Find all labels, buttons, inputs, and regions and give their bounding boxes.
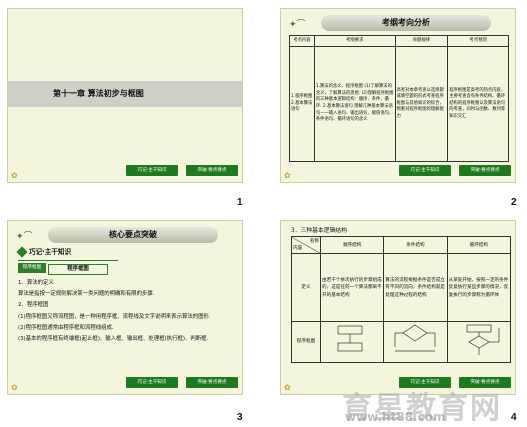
deco-icon: ✦⌒ [289,20,306,30]
star-icon: ✿ [11,171,18,180]
deco-icon: ✦⌒ [16,232,33,242]
table-cell: 1.算法的含义、程序框图 (1)了解算法的含义，了解算法的思想. (2)理解程序… [313,46,396,162]
slide-3-header: 核心要点突破 [48,227,218,243]
star-icon: ✿ [284,383,291,392]
section-subtitle: 巧记·主干知识 [16,246,118,261]
slide-2-buttons: 巧记·主干知识 突破·要点要点 [399,165,511,176]
content-line: 1．算法的定义 [18,280,54,286]
page-number-2: 2 [511,197,517,208]
table-cell: 高考对本章考查以选择题或填空题的形式考查程序框图与其他知识的综合，侧重对程序框图… [394,46,449,162]
slide-4-title: 3．三种基本逻辑结构 [291,228,347,234]
page-number-4: 4 [511,412,517,423]
table-cell: 由若干个依次执行的步骤组成的，这是任何一个算法都离不开的基本结构 [319,253,385,323]
table-header: 命题规律 [394,35,449,47]
button-key-points[interactable]: 突破·要点要点 [459,165,511,176]
star-icon: ✿ [11,383,18,392]
button-key-knowledge[interactable]: 巧记·主干知识 [126,165,178,176]
slide-1: 第十一章 算法初步与框图 巧记·主干知识 突破·要点要点 ✿ [7,8,243,183]
table-cell: 程序框图是高考的热点内容，主要考查含有条件结构、循环结构的程序框图以及算法语句的… [447,46,509,162]
table-cell: 算法的流程根据条件是否成立有不同的流向，条件结构就是处理这种过程的结构 [383,253,448,323]
corner-cell: 名称 内容 [291,235,321,255]
flowchart-sequence [319,321,385,363]
page-number-1: 1 [237,197,243,208]
flowchart-condition [383,321,448,363]
section-label: 程序框图 [18,263,46,273]
content-line: (3)基本的程序框有终端框(起止框)、输入框、输出框、处理框(执行框)、判断框. [18,336,209,343]
table-header: 考点预测 [447,35,509,47]
flowchart-loop [446,321,512,363]
slide-3-buttons: 巧记·主干知识 突破·要点要点 [126,377,238,388]
row-label: 定义 [291,253,321,323]
table-cell: 1.程序框图 2.基本算法语句 [289,46,315,162]
row-label: 程序框图 [291,321,321,363]
table-header: 考点内容 [289,35,315,47]
content-lines: 1．算法的定义 算法是指按一定规则解决某一类问题的明确和有限的步骤. 2．程序框… [18,278,236,345]
table-header: 顺序结构 [319,235,385,255]
table-cell: 从某处开始，按照一定的条件反复执行某些步骤的情况，反复执行的步骤称为循环体 [446,253,512,323]
table-header: 循环结构 [446,235,512,255]
content-line: 2．程序框图 [18,302,49,309]
button-key-knowledge[interactable]: 巧记·主干知识 [126,377,178,388]
table-header: 条件结构 [383,235,448,255]
slide-3: ✦⌒ 核心要点突破 巧记·主干知识 程序框图 程序框图 1．算法的定义 算法是指… [7,220,243,395]
button-key-knowledge[interactable]: 巧记·主干知识 [399,165,451,176]
content-line: (1)程序框图又称流程图，是一种用程序框、流程线及文字说明来表示算法的图形. [18,313,211,320]
watermark-url: www.ht88.com [345,410,446,424]
slide-1-title: 第十一章 算法初步与框图 [53,89,144,98]
table-header: 考纲要求 [313,35,396,47]
slide-2: ✦⌒ 考纲考向分析 考点内容 考纲要求 命题规律 考点预测 1.程序框图 2.基… [280,8,516,183]
star-icon: ✿ [284,171,291,180]
exam-table: 考点内容 考纲要求 命题规律 考点预测 1.程序框图 2.基本算法语句 1.算法… [289,35,509,162]
page-number-3: 3 [237,412,243,423]
slide-1-buttons: 巧记·主干知识 突破·要点要点 [126,165,238,176]
section-tag: 程序框图 [48,264,108,275]
slide-4: 3．三种基本逻辑结构 名称 内容 顺序结构 条件结构 循环结构 定义 由若干个依… [280,220,516,395]
content-line: (2)程序框图通常由程序框和流程线组成. [18,324,114,331]
diamond-icon [16,246,28,258]
structure-table: 名称 内容 顺序结构 条件结构 循环结构 定义 由若干个依次执行的步骤组成的，这… [291,235,512,363]
slide-2-header: 考纲考向分析 [321,15,491,31]
button-key-points[interactable]: 突破·要点要点 [186,377,238,388]
content-line: 算法是指按一定规则解决某一类问题的明确和有限的步骤. [18,291,155,298]
button-key-points[interactable]: 突破·要点要点 [186,165,238,176]
